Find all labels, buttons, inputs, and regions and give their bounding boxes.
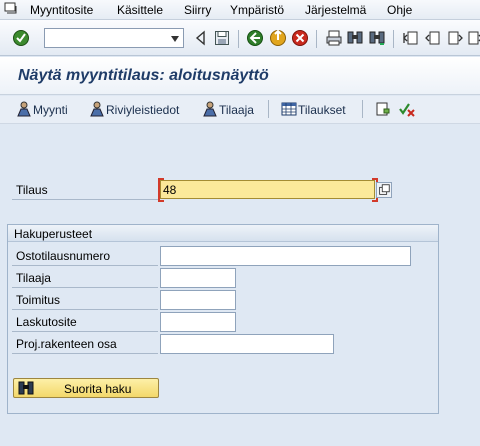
exit-icon[interactable] (269, 29, 287, 47)
search-criteria-header: Hakuperusteet (8, 225, 438, 242)
order-label: Tilaus (16, 183, 48, 197)
previous-page-icon[interactable] (424, 29, 442, 47)
sales-button-label: Myynti (33, 103, 68, 117)
sold-to-party-input[interactable] (160, 268, 236, 288)
wbs-element-label: Proj.rakenteen osa (16, 337, 117, 351)
wbs-element-input[interactable] (160, 334, 334, 354)
po-number-label: Ostotilausnumero (16, 249, 111, 263)
billing-document-input[interactable] (160, 312, 236, 332)
enter-icon[interactable] (12, 29, 30, 47)
command-field[interactable] (44, 28, 184, 48)
toolbar-separator (362, 100, 363, 118)
binoculars-icon (18, 381, 34, 395)
label-underline (12, 331, 158, 332)
command-input[interactable] (47, 30, 165, 46)
next-page-icon[interactable] (446, 29, 464, 47)
check-status-icon[interactable] (399, 101, 415, 117)
label-underline (12, 287, 158, 288)
menu-myyntitosite[interactable]: Myyntitosite (30, 3, 93, 17)
execute-search-label: Suorita haku (64, 382, 132, 396)
sold-to-party-button-label: Tilaaja (219, 103, 254, 117)
execute-search-button[interactable]: Suorita haku (13, 378, 159, 398)
page-title: Näytä myyntitilaus: aloitusnäyttö (18, 67, 269, 84)
system-menu-icon[interactable] (4, 2, 18, 16)
find-next-icon[interactable] (368, 29, 386, 47)
toolbar-separator (238, 30, 239, 48)
item-overview-button-label: Riviyleistiedot (106, 103, 180, 117)
standard-toolbar (0, 20, 480, 56)
billing-document-label: Laskutosite (16, 315, 77, 329)
menu-kasittele[interactable]: Käsittele (117, 3, 163, 17)
chevron-down-icon[interactable] (170, 35, 180, 43)
label-underline (12, 309, 158, 310)
order-number-input[interactable] (160, 180, 375, 199)
label-underline (12, 265, 158, 266)
person-icon (203, 101, 217, 117)
title-bar: Näytä myyntitilaus: aloitusnäyttö (0, 57, 480, 95)
last-page-icon[interactable] (466, 29, 480, 47)
field-focus-bracket-left (158, 178, 164, 202)
save-icon[interactable] (213, 29, 231, 47)
person-icon (17, 101, 31, 117)
menu-jarjestelma[interactable]: Järjestelmä (305, 3, 366, 17)
menu-siirry[interactable]: Siirry (184, 3, 211, 17)
order-label-underline (12, 199, 158, 200)
search-criteria-title: Hakuperusteet (14, 227, 93, 241)
orders-button-label: Tilaukset (298, 103, 346, 117)
delivery-label: Toimitus (16, 293, 61, 307)
label-underline (12, 353, 158, 354)
table-icon (281, 102, 297, 116)
toolbar-separator (268, 100, 269, 118)
toolbar-separator (316, 30, 317, 48)
cancel-icon[interactable] (291, 29, 309, 47)
menu-ohje[interactable]: Ohje (387, 3, 412, 17)
menu-bar: Myyntitosite Käsittele Siirry Ympäristö … (0, 0, 480, 20)
display-document-icon[interactable] (375, 101, 391, 117)
po-number-input[interactable] (160, 246, 411, 266)
print-icon[interactable] (325, 29, 343, 47)
back-arrow-icon[interactable] (192, 29, 210, 47)
back-icon[interactable] (246, 29, 264, 47)
application-toolbar: Myynti Riviyleistiedot Tilaaja Tilaukset (0, 96, 480, 124)
first-page-icon[interactable] (402, 29, 420, 47)
sold-to-party-label: Tilaaja (16, 271, 51, 285)
toolbar-separator (393, 30, 394, 48)
delivery-input[interactable] (160, 290, 236, 310)
find-icon[interactable] (346, 29, 364, 47)
person-icon (90, 101, 104, 117)
menu-ymparisto[interactable]: Ympäristö (230, 3, 284, 17)
value-help-icon[interactable] (376, 182, 392, 198)
